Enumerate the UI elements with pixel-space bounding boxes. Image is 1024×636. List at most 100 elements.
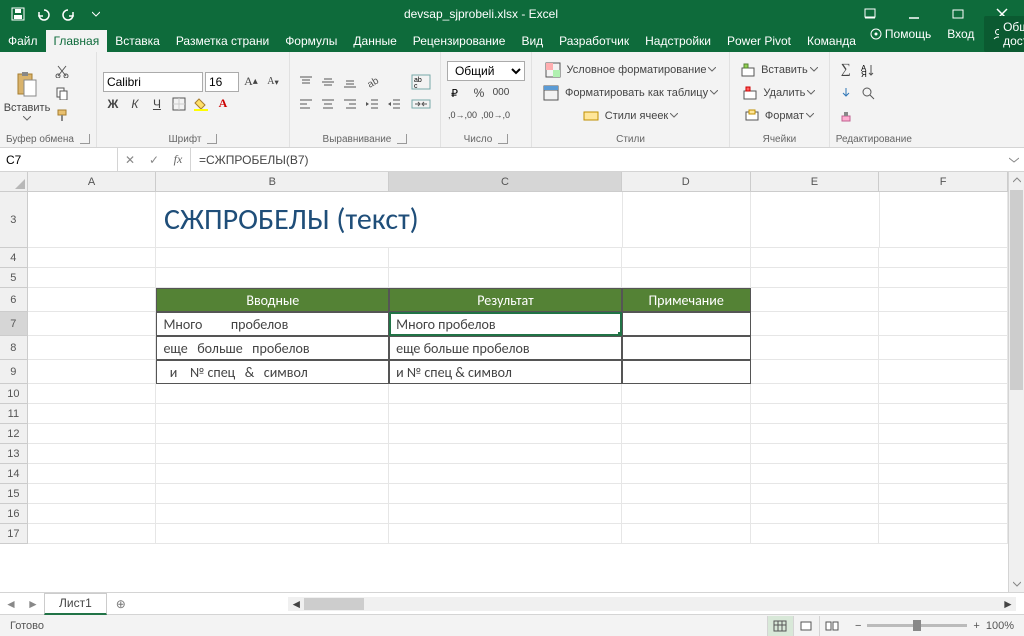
cell[interactable] (751, 384, 880, 404)
cell[interactable] (156, 444, 389, 464)
align-top-button[interactable] (296, 72, 316, 92)
table-cell[interactable]: Много пробелов (156, 312, 389, 336)
cell[interactable] (389, 404, 622, 424)
cell[interactable] (879, 384, 1008, 404)
format-as-table-button[interactable]: Форматировать как таблицу (538, 83, 723, 103)
name-box-input[interactable] (0, 153, 117, 167)
align-right-button[interactable] (340, 94, 360, 114)
align-middle-button[interactable] (318, 72, 338, 92)
orientation-button[interactable]: ab (362, 72, 382, 92)
cell[interactable] (622, 248, 751, 268)
cell[interactable] (879, 404, 1008, 424)
table-header[interactable]: Вводные (156, 288, 389, 312)
tab-addins[interactable]: Надстройки (637, 30, 719, 52)
cell[interactable] (28, 336, 157, 360)
tab-file[interactable]: Файл (0, 30, 46, 52)
cell[interactable] (622, 484, 751, 504)
cell[interactable] (389, 484, 622, 504)
table-header[interactable]: Результат (389, 288, 622, 312)
tab-data[interactable]: Данные (345, 30, 404, 52)
zoom-slider[interactable] (867, 624, 967, 627)
insert-function-button[interactable]: fx (166, 152, 190, 167)
cell[interactable] (389, 268, 622, 288)
new-sheet-button[interactable]: ⊕ (107, 597, 135, 611)
cell[interactable] (622, 404, 751, 424)
border-button[interactable] (169, 94, 189, 114)
tab-view[interactable]: Вид (513, 30, 551, 52)
normal-view-button[interactable] (767, 616, 793, 636)
align-left-button[interactable] (296, 94, 316, 114)
cell[interactable] (389, 424, 622, 444)
cancel-formula-button[interactable]: ✕ (118, 153, 142, 167)
selected-cell[interactable]: Много пробелов (389, 312, 622, 336)
tab-developer[interactable]: Разработчик (551, 30, 637, 52)
increase-indent-button[interactable] (384, 94, 404, 114)
name-box[interactable] (0, 148, 118, 171)
tab-review[interactable]: Рецензирование (405, 30, 514, 52)
tab-formulas[interactable]: Формулы (277, 30, 345, 52)
share-button[interactable]: Общий доступ (984, 16, 1024, 52)
vertical-scrollbar[interactable] (1008, 172, 1024, 592)
format-cells-button[interactable]: Формат (736, 106, 823, 126)
cell[interactable] (622, 268, 751, 288)
cell[interactable] (751, 424, 880, 444)
cell[interactable] (751, 248, 880, 268)
row-header[interactable]: 9 (0, 360, 28, 384)
row-header[interactable]: 8 (0, 336, 28, 360)
cell[interactable] (879, 484, 1008, 504)
row-header[interactable]: 14 (0, 464, 28, 484)
redo-button[interactable] (58, 2, 82, 26)
row-header[interactable]: 5 (0, 268, 28, 288)
delete-cells-button[interactable]: Удалить (736, 83, 823, 103)
sheet-tab[interactable]: Лист1 (44, 593, 107, 615)
cell[interactable] (622, 424, 751, 444)
cell[interactable] (879, 312, 1008, 336)
bold-button[interactable]: Ж (103, 94, 123, 114)
row-header[interactable]: 4 (0, 248, 28, 268)
table-cell[interactable]: еще больше пробелов (156, 336, 389, 360)
cell[interactable] (28, 192, 156, 248)
row-header[interactable]: 12 (0, 424, 28, 444)
scroll-thumb[interactable] (304, 598, 364, 610)
cell[interactable] (751, 524, 880, 544)
zoom-in-button[interactable]: + (973, 620, 979, 632)
align-center-button[interactable] (318, 94, 338, 114)
column-header[interactable]: D (622, 172, 751, 192)
cell[interactable] (879, 336, 1008, 360)
cell[interactable] (751, 484, 880, 504)
merge-center-button[interactable] (408, 94, 434, 114)
cell[interactable] (156, 464, 389, 484)
cell[interactable] (28, 360, 157, 384)
cell[interactable] (28, 524, 157, 544)
cell[interactable] (156, 248, 389, 268)
cell[interactable] (28, 444, 157, 464)
cell[interactable] (156, 384, 389, 404)
cell[interactable] (622, 504, 751, 524)
row-header[interactable]: 15 (0, 484, 28, 504)
scroll-right-button[interactable]: ► (1000, 597, 1016, 611)
cell[interactable] (751, 288, 880, 312)
cell[interactable] (879, 424, 1008, 444)
tab-power-pivot[interactable]: Power Pivot (719, 30, 799, 52)
zoom-level[interactable]: 100% (986, 620, 1014, 632)
select-all-button[interactable] (0, 172, 28, 192)
cell[interactable] (156, 424, 389, 444)
cell[interactable] (28, 484, 157, 504)
row-header[interactable]: 16 (0, 504, 28, 524)
cell[interactable] (879, 360, 1008, 384)
expand-formula-bar-button[interactable] (1004, 148, 1024, 171)
cell[interactable] (751, 336, 880, 360)
row-header[interactable]: 3 (0, 192, 28, 248)
cell[interactable] (751, 504, 880, 524)
tab-insert[interactable]: Вставка (107, 30, 168, 52)
horizontal-scrollbar[interactable]: ◄ ► (288, 597, 1016, 611)
insert-cells-button[interactable]: Вставить (736, 60, 823, 80)
decrease-indent-button[interactable] (362, 94, 382, 114)
italic-button[interactable]: К (125, 94, 145, 114)
cell[interactable] (879, 524, 1008, 544)
page-break-view-button[interactable] (819, 616, 845, 636)
font-size-combo[interactable] (205, 72, 239, 92)
table-cell[interactable]: еще больше пробелов (389, 336, 622, 360)
save-button[interactable] (6, 2, 30, 26)
undo-button[interactable] (32, 2, 56, 26)
